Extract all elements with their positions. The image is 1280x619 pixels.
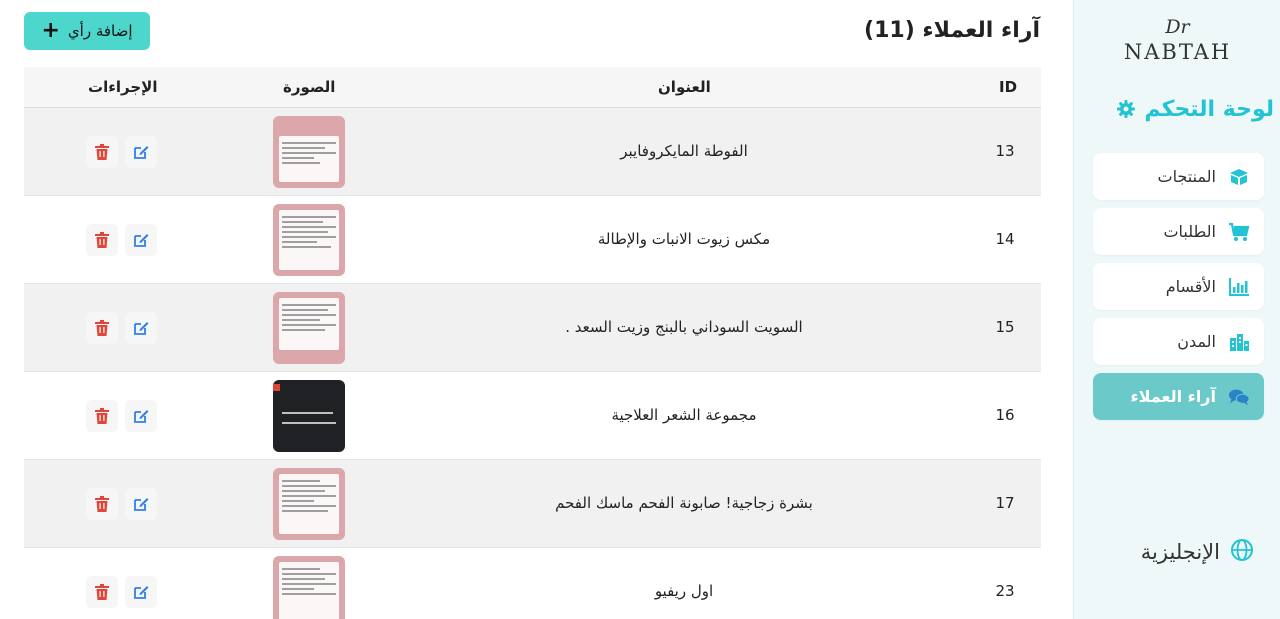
edit-button[interactable] (125, 224, 157, 256)
globe-icon (1230, 538, 1254, 567)
edit-button[interactable] (125, 400, 157, 432)
row-id: 17 (995, 494, 1015, 512)
review-image-thumbnail[interactable] (273, 468, 345, 540)
column-header-image: الصورة (283, 78, 336, 96)
delete-button[interactable] (86, 488, 118, 520)
row-actions (86, 136, 157, 168)
row-id: 15 (995, 318, 1015, 336)
sidebar-item-label: المدن (1177, 332, 1216, 351)
column-header-title: العنوان (658, 78, 711, 96)
sidebar-item-cities[interactable]: المدن (1093, 318, 1264, 365)
row-title: السويت السوداني بالبنج وزيت السعد . (565, 318, 803, 336)
language-switch[interactable]: الإنجليزية (1114, 536, 1254, 568)
table-row: 13 الفوطة المايكروفايبر (24, 108, 1041, 196)
row-id: 14 (995, 230, 1015, 248)
comments-icon (1228, 386, 1250, 408)
row-id: 16 (995, 406, 1015, 424)
sidebar-item-products[interactable]: المنتجات (1093, 153, 1264, 200)
trash-icon (95, 232, 109, 248)
edit-button[interactable] (125, 576, 157, 608)
edit-icon (134, 410, 149, 423)
review-image-thumbnail[interactable] (273, 556, 345, 619)
delete-button[interactable] (86, 576, 118, 608)
table-row: 14 مكس زيوت الانبات والإطالة (24, 196, 1041, 284)
edit-button[interactable] (125, 136, 157, 168)
edit-icon (134, 234, 149, 247)
row-actions (86, 224, 157, 256)
brand-logo[interactable]: Dr NABTAH (1074, 16, 1280, 66)
page-title: آراء العملاء (11) (864, 18, 1040, 43)
language-label: الإنجليزية (1140, 540, 1220, 564)
row-id: 13 (995, 142, 1015, 160)
plus-icon: + (41, 18, 60, 43)
city-icon (1228, 331, 1250, 353)
row-id: 23 (995, 582, 1015, 600)
edit-button[interactable] (125, 312, 157, 344)
sidebar-item-reviews[interactable]: آراء العملاء (1093, 373, 1264, 420)
edit-button[interactable] (125, 488, 157, 520)
trash-icon (95, 144, 109, 160)
delete-button[interactable] (86, 400, 118, 432)
table-row: 17 بشرة زجاجية! صابونة الفحم ماسك الفحم (24, 460, 1041, 548)
sidebar: Dr NABTAH لوحة التحكم المنتجات الطلبات ا… (1073, 0, 1280, 619)
sidebar-item-label: المنتجات (1157, 167, 1217, 186)
row-title: مكس زيوت الانبات والإطالة (597, 230, 771, 248)
edit-icon (134, 322, 149, 335)
table-header: ID العنوان الصورة الإجراءات (24, 67, 1041, 108)
column-header-id: ID (999, 78, 1018, 96)
dashboard-title-label: لوحة التحكم (1144, 96, 1274, 122)
row-title: الفوطة المايكروفايبر (620, 142, 748, 160)
table-row: 15 السويت السوداني بالبنج وزيت السعد . (24, 284, 1041, 372)
review-image-thumbnail[interactable] (273, 204, 345, 276)
sidebar-item-label: الطلبات (1163, 222, 1216, 241)
edit-icon (134, 586, 149, 599)
table-row: 16 مجموعة الشعر العلاجية (24, 372, 1041, 460)
review-image-thumbnail[interactable] (273, 292, 345, 364)
review-image-thumbnail[interactable] (273, 380, 345, 452)
logo-name: NABTAH (1123, 40, 1232, 64)
row-actions (86, 488, 157, 520)
box-icon (1228, 166, 1250, 188)
table-row: 23 اول ريفيو (24, 548, 1041, 619)
gear-icon (1116, 99, 1136, 119)
logo-prefix: Dr (1165, 16, 1190, 38)
delete-button[interactable] (86, 312, 118, 344)
trash-icon (95, 496, 109, 512)
dashboard-title[interactable]: لوحة التحكم (1084, 92, 1274, 126)
delete-button[interactable] (86, 224, 118, 256)
sidebar-item-orders[interactable]: الطلبات (1093, 208, 1264, 255)
sidebar-item-label: الأقسام (1165, 277, 1216, 296)
add-review-button[interactable]: + إضافة رأي (24, 12, 150, 50)
chart-bar-icon (1228, 276, 1250, 298)
row-actions (86, 576, 157, 608)
delete-button[interactable] (86, 136, 118, 168)
trash-icon (95, 408, 109, 424)
column-header-actions: الإجراءات (88, 78, 158, 96)
add-review-label: إضافة رأي (67, 22, 133, 40)
cart-icon (1228, 221, 1250, 243)
reviews-table: ID العنوان الصورة الإجراءات 13 الفوطة ال… (24, 67, 1041, 619)
row-actions (86, 400, 157, 432)
edit-icon (134, 146, 149, 159)
sidebar-item-categories[interactable]: الأقسام (1093, 263, 1264, 310)
sidebar-item-label: آراء العملاء (1130, 387, 1216, 406)
trash-icon (95, 584, 109, 600)
row-title: اول ريفيو (654, 582, 714, 600)
review-image-thumbnail[interactable] (273, 116, 345, 188)
row-actions (86, 312, 157, 344)
row-title: بشرة زجاجية! صابونة الفحم ماسك الفحم (555, 494, 813, 512)
edit-icon (134, 498, 149, 511)
row-title: مجموعة الشعر العلاجية (611, 406, 757, 424)
trash-icon (95, 320, 109, 336)
